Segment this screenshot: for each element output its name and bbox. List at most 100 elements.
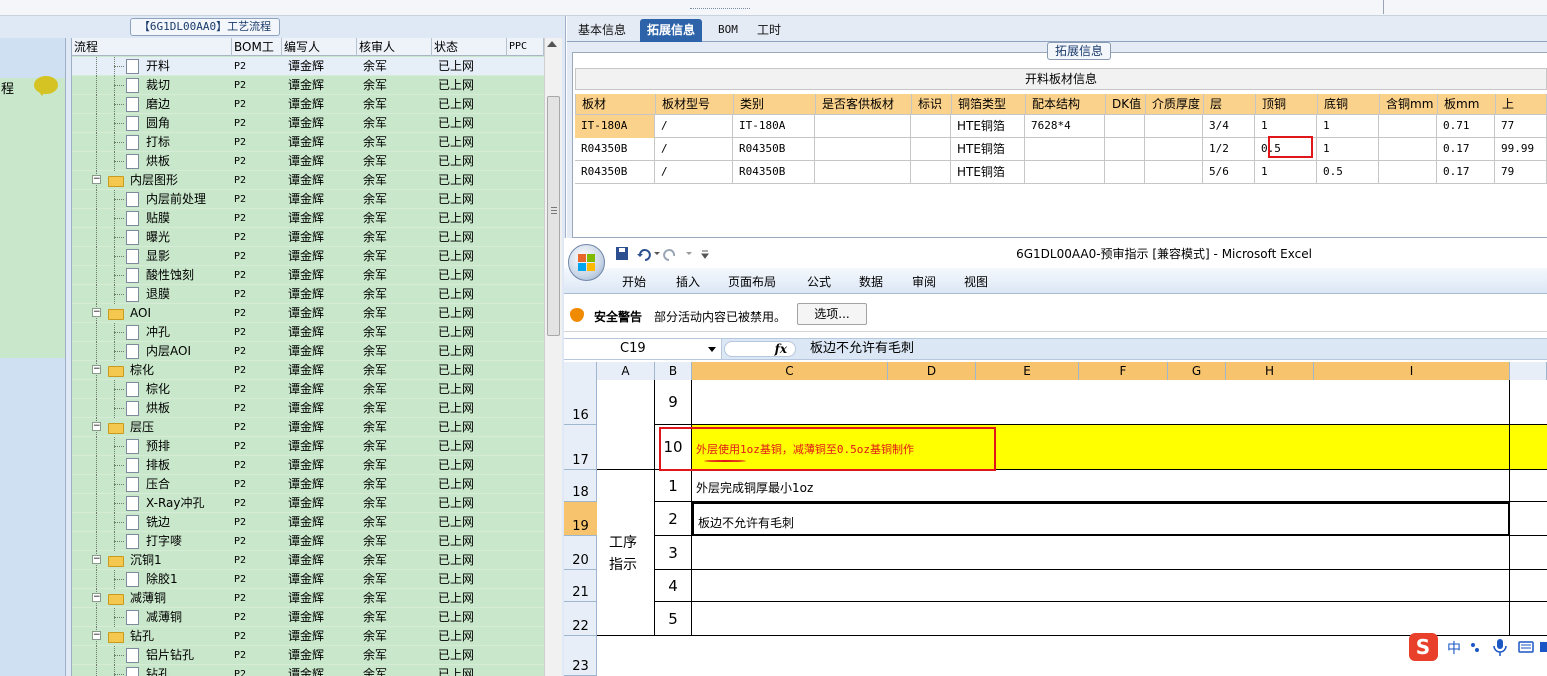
- step-number-cell[interactable]: 4: [655, 570, 692, 602]
- column-header-G[interactable]: G: [1168, 362, 1226, 380]
- col-header-ppc[interactable]: PPC: [507, 38, 544, 56]
- tab-basic-info[interactable]: 基本信息: [571, 19, 633, 42]
- comment-bubble-icon[interactable]: [34, 76, 58, 96]
- step-number-cell[interactable]: 2: [655, 502, 692, 536]
- tree-row[interactable]: 烘板 P2 谭金辉 余军 已上网: [72, 152, 544, 171]
- column-header-C[interactable]: C: [692, 362, 888, 380]
- splitter-grip[interactable]: [690, 8, 750, 13]
- tree-row[interactable]: 开料 P2 谭金辉 余军 已上网: [72, 57, 544, 76]
- instruction-cell[interactable]: 板边不允许有毛刺: [692, 502, 1510, 536]
- top-splitter-bar[interactable]: [0, 0, 1547, 16]
- scroll-thumb[interactable]: [547, 96, 560, 336]
- empty-cell[interactable]: [1510, 570, 1547, 602]
- grid-col-header[interactable]: 类别: [734, 94, 816, 115]
- name-box[interactable]: C19: [564, 339, 722, 359]
- ribbon-tab-review[interactable]: 审阅: [912, 273, 936, 290]
- grid-col-header[interactable]: 层: [1204, 94, 1256, 115]
- quick-access-icons[interactable]: [614, 246, 714, 262]
- instruction-cell[interactable]: [692, 602, 1510, 636]
- ime-icons[interactable]: S 中: [1408, 632, 1547, 664]
- empty-cell[interactable]: [1510, 536, 1547, 570]
- tree-row[interactable]: − 钻孔 P2 谭金辉 余军 已上网: [72, 627, 544, 646]
- grid-col-header[interactable]: 底铜: [1318, 94, 1380, 115]
- tree-row[interactable]: 排板 P2 谭金辉 余军 已上网: [72, 456, 544, 475]
- insert-function-button[interactable]: fx: [724, 341, 796, 357]
- grid-col-header[interactable]: 板mm: [1438, 94, 1496, 115]
- tree-row[interactable]: 压合 P2 谭金辉 余军 已上网: [72, 475, 544, 494]
- grid-cell[interactable]: 77: [1495, 115, 1547, 138]
- grid-col-header[interactable]: DK值: [1106, 94, 1146, 115]
- grid-col-header[interactable]: 是否客供板材: [816, 94, 912, 115]
- options-button[interactable]: 选项...: [797, 303, 867, 325]
- grid-cell[interactable]: [815, 115, 911, 138]
- tree-row[interactable]: − 内层图形 P2 谭金辉 余军 已上网: [72, 171, 544, 190]
- expand-toggle-icon[interactable]: −: [92, 631, 101, 640]
- instruction-cell[interactable]: 外层完成铜厚最小1oz: [692, 470, 1510, 502]
- tree-row[interactable]: 圆角 P2 谭金辉 余军 已上网: [72, 114, 544, 133]
- grid-col-header[interactable]: 上: [1496, 94, 1547, 115]
- grid-cell[interactable]: [911, 161, 951, 184]
- column-header-B[interactable]: B: [655, 362, 692, 380]
- row-header-16[interactable]: 16: [564, 380, 597, 425]
- grid-cell[interactable]: [1145, 115, 1203, 138]
- grid-cell[interactable]: 79: [1495, 161, 1547, 184]
- tree-row[interactable]: 钻孔 P2 谭金辉 余军 已上网: [72, 665, 544, 676]
- tree-row[interactable]: 冲孔 P2 谭金辉 余军 已上网: [72, 323, 544, 342]
- ime-toolbar[interactable]: S 中: [1408, 632, 1547, 664]
- ribbon-tab-home[interactable]: 开始: [622, 273, 646, 290]
- tree-row[interactable]: − 层压 P2 谭金辉 余军 已上网: [72, 418, 544, 437]
- col-header-flow[interactable]: 流程: [72, 38, 232, 56]
- grid-cell[interactable]: 0.17: [1437, 138, 1495, 161]
- grid-cell[interactable]: [1379, 115, 1437, 138]
- tree-row[interactable]: 铝片钻孔 P2 谭金辉 余军 已上网: [72, 646, 544, 665]
- row-header-19[interactable]: 19: [564, 502, 597, 536]
- row-header-21[interactable]: 21: [564, 570, 597, 602]
- grid-cell[interactable]: IT-180A: [733, 115, 815, 138]
- empty-cell[interactable]: [1510, 470, 1547, 502]
- grid-cell[interactable]: [815, 161, 911, 184]
- instruction-cell[interactable]: [692, 570, 1510, 602]
- row-header-17[interactable]: 17: [564, 425, 597, 470]
- step-number-cell[interactable]: 5: [655, 602, 692, 636]
- column-header-H[interactable]: H: [1226, 362, 1314, 380]
- column-header-D[interactable]: D: [888, 362, 976, 380]
- expand-toggle-icon[interactable]: −: [92, 175, 101, 184]
- tree-row[interactable]: 显影 P2 谭金辉 余军 已上网: [72, 247, 544, 266]
- step-number-cell[interactable]: 3: [655, 536, 692, 570]
- col-header-writer[interactable]: 编写人: [282, 38, 357, 56]
- tab-work-hours[interactable]: 工时: [750, 19, 788, 42]
- tab-extended-info[interactable]: 拓展信息: [640, 19, 703, 42]
- grid-cell[interactable]: [1145, 161, 1203, 184]
- column-header-I[interactable]: I: [1314, 362, 1510, 380]
- grid-row[interactable]: R04350B / R04350B HTE铜箔 5/6 1 0.5 0.17 79: [575, 161, 1547, 184]
- grid-cell[interactable]: [1379, 161, 1437, 184]
- grid-cell[interactable]: [1105, 115, 1145, 138]
- grid-cell[interactable]: [1105, 161, 1145, 184]
- tree-row[interactable]: 酸性蚀刻 P2 谭金辉 余军 已上网: [72, 266, 544, 285]
- grid-col-header[interactable]: 顶铜: [1256, 94, 1318, 115]
- grid-cell[interactable]: 1: [1317, 138, 1379, 161]
- col-header-status[interactable]: 状态: [432, 38, 507, 56]
- grid-cell[interactable]: 0.5: [1317, 161, 1379, 184]
- grid-cell[interactable]: 1: [1317, 115, 1379, 138]
- tab-bom[interactable]: BOM: [711, 19, 745, 42]
- grid-cell[interactable]: [911, 115, 951, 138]
- expand-toggle-icon[interactable]: −: [92, 555, 101, 564]
- grid-col-header[interactable]: 板材: [576, 94, 656, 115]
- tree-row[interactable]: 预排 P2 谭金辉 余军 已上网: [72, 437, 544, 456]
- empty-cell[interactable]: [1510, 502, 1547, 536]
- grid-cell[interactable]: HTE铜箔: [951, 138, 1025, 161]
- grid-cell[interactable]: [1379, 138, 1437, 161]
- grid-col-header[interactable]: 介质厚度: [1146, 94, 1204, 115]
- grid-cell[interactable]: [815, 138, 911, 161]
- ribbon-tab-data[interactable]: 数据: [859, 273, 883, 290]
- ribbon-tab-view[interactable]: 视图: [964, 273, 988, 290]
- grid-cell[interactable]: 0.17: [1437, 161, 1495, 184]
- tree-row[interactable]: 减薄铜 P2 谭金辉 余军 已上网: [72, 608, 544, 627]
- tree-row[interactable]: 内层前处理 P2 谭金辉 余军 已上网: [72, 190, 544, 209]
- grid-col-header[interactable]: 配本结构: [1026, 94, 1106, 115]
- tree-row[interactable]: 磨边 P2 谭金辉 余军 已上网: [72, 95, 544, 114]
- tree-row[interactable]: − 棕化 P2 谭金辉 余军 已上网: [72, 361, 544, 380]
- grid-cell[interactable]: [1145, 138, 1203, 161]
- tree-row[interactable]: − 减薄铜 P2 谭金辉 余军 已上网: [72, 589, 544, 608]
